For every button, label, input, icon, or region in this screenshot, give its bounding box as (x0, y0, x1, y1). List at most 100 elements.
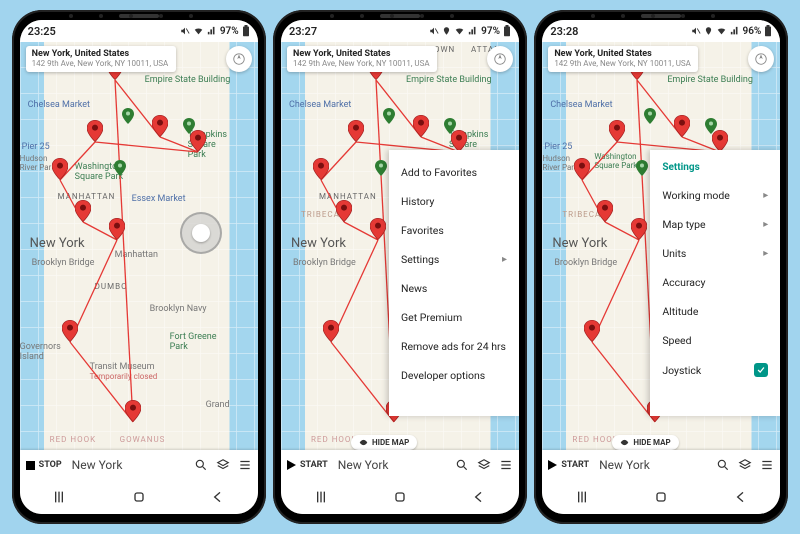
menu-item[interactable]: Joystick (650, 355, 780, 385)
search-icon[interactable] (194, 458, 208, 472)
recents-icon[interactable] (313, 489, 329, 505)
joystick-control[interactable] (180, 212, 222, 254)
chevron-right-icon: ▸ (502, 254, 507, 265)
map-marker-pin[interactable] (313, 158, 329, 180)
hide-map-chip[interactable]: HIDE MAP (351, 435, 417, 450)
map-marker-pin[interactable] (152, 115, 168, 137)
home-icon[interactable] (131, 489, 147, 505)
eye-icon (359, 438, 368, 447)
menu-item[interactable]: Add to Favorites (389, 158, 519, 187)
menu-item[interactable]: Favorites (389, 216, 519, 245)
mute-icon (180, 26, 190, 36)
map-marker-pin[interactable] (597, 200, 613, 222)
search-icon[interactable] (716, 458, 730, 472)
menu-item[interactable]: Developer options (389, 361, 519, 390)
overflow-menu: Add to FavoritesHistoryFavoritesSettings… (389, 150, 519, 416)
map-label-chelsea: Chelsea Market (289, 100, 351, 110)
compass-button[interactable] (226, 46, 252, 72)
search-location-card[interactable]: New York, United States 142 9th Ave, New… (26, 46, 176, 72)
map-marker-pin[interactable] (125, 400, 141, 422)
search-icon[interactable] (455, 458, 469, 472)
start-button[interactable]: START (548, 460, 589, 470)
layers-icon[interactable] (738, 458, 752, 472)
map-marker-pin[interactable] (75, 200, 91, 222)
menu-item[interactable]: Working mode▸ (650, 181, 780, 210)
layers-icon[interactable] (216, 458, 230, 472)
status-bar: 23:27 97% (281, 20, 519, 42)
start-button[interactable]: START (287, 460, 328, 470)
map-label-hudson: Hudson River Par (20, 154, 52, 172)
map-label-empire: Empire State Building (145, 75, 231, 85)
signal-icon (730, 26, 740, 36)
map-marker-pin[interactable] (370, 218, 386, 240)
search-location-card[interactable]: New York, United States 142 9th Ave, New… (287, 46, 437, 72)
map-marker-pin[interactable] (109, 218, 125, 240)
menu-item[interactable]: Get Premium (389, 303, 519, 332)
map-marker-pin[interactable] (348, 120, 364, 142)
menu-item[interactable]: Speed (650, 326, 780, 355)
chevron-right-icon: ▸ (763, 219, 768, 230)
menu-item[interactable]: Remove ads for 24 hrs (389, 332, 519, 361)
battery-icon (764, 25, 772, 37)
map-marker-pin[interactable] (336, 200, 352, 222)
map-marker-pin[interactable] (413, 115, 429, 137)
recents-icon[interactable] (51, 489, 67, 505)
menu-item[interactable]: Altitude (650, 297, 780, 326)
play-icon (548, 460, 557, 470)
map-marker-pin[interactable] (62, 320, 78, 342)
menu-item[interactable]: History (389, 187, 519, 216)
signal-icon (207, 26, 217, 36)
menu-item[interactable]: News (389, 274, 519, 303)
map-marker-pin[interactable] (190, 130, 206, 152)
menu-icon[interactable] (499, 458, 513, 472)
wifi-icon (454, 26, 465, 36)
map-marker-pin[interactable] (609, 120, 625, 142)
map-label-gowanus: GOWANUS (120, 435, 166, 444)
map-view[interactable]: Empire State Building Chelsea Market Was… (542, 42, 780, 480)
menu-item[interactable]: Settings▸ (389, 245, 519, 274)
map-marker-pin[interactable] (584, 320, 600, 342)
map-label-essex: Essex Market (132, 194, 186, 204)
home-icon[interactable] (392, 489, 408, 505)
menu-item-label: Working mode (662, 189, 730, 202)
stop-button[interactable]: STOP (26, 460, 62, 470)
status-bar: 23:25 97% (20, 20, 258, 42)
home-icon[interactable] (653, 489, 669, 505)
map-marker-pin[interactable] (712, 130, 728, 152)
map-marker-pin[interactable] (451, 130, 467, 152)
map-label-chelsea: Chelsea Market (28, 100, 90, 110)
map-marker-pin[interactable] (87, 120, 103, 142)
recents-icon[interactable] (574, 489, 590, 505)
map-label-pier25: Pier 25 (22, 142, 50, 152)
menu-item[interactable]: Map type▸ (650, 210, 780, 239)
hide-map-chip[interactable]: HIDE MAP (612, 435, 678, 450)
back-icon[interactable] (210, 489, 226, 505)
menu-icon[interactable] (760, 458, 774, 472)
map-label-tribeca: TRIBECA (301, 210, 340, 219)
menu-icon[interactable] (238, 458, 252, 472)
chevron-right-icon: ▸ (763, 248, 768, 259)
battery-icon (242, 25, 250, 37)
map-marker-pin[interactable] (674, 115, 690, 137)
map-label-fortgreene: Fort Greene Park (170, 332, 217, 352)
menu-item[interactable]: Accuracy (650, 268, 780, 297)
eye-icon (620, 438, 629, 447)
map-view[interactable]: Empire State Building Chelsea Market Was… (20, 42, 258, 480)
layers-icon[interactable] (477, 458, 491, 472)
map-view[interactable]: MIDTOWN ATTAN Empire State Building Chel… (281, 42, 519, 480)
bottom-bar: STOP New York (20, 450, 258, 480)
compass-icon (232, 52, 246, 66)
map-marker-pin[interactable] (631, 218, 647, 240)
back-icon[interactable] (733, 489, 749, 505)
menu-item[interactable]: Units▸ (650, 239, 780, 268)
map-marker-pin[interactable] (52, 158, 68, 180)
hide-map-label: HIDE MAP (633, 438, 670, 447)
settings-menu: SettingsWorking mode▸Map type▸Units▸Accu… (650, 150, 780, 416)
battery-pct: 96% (743, 26, 762, 37)
compass-button[interactable] (487, 46, 513, 72)
search-location-card[interactable]: New York, United States 142 9th Ave, New… (548, 46, 698, 72)
phone-frame-3: 23:28 96% Empire State Building Chelsea … (534, 10, 788, 524)
map-marker-pin[interactable] (574, 158, 590, 180)
back-icon[interactable] (471, 489, 487, 505)
map-marker-pin[interactable] (323, 320, 339, 342)
